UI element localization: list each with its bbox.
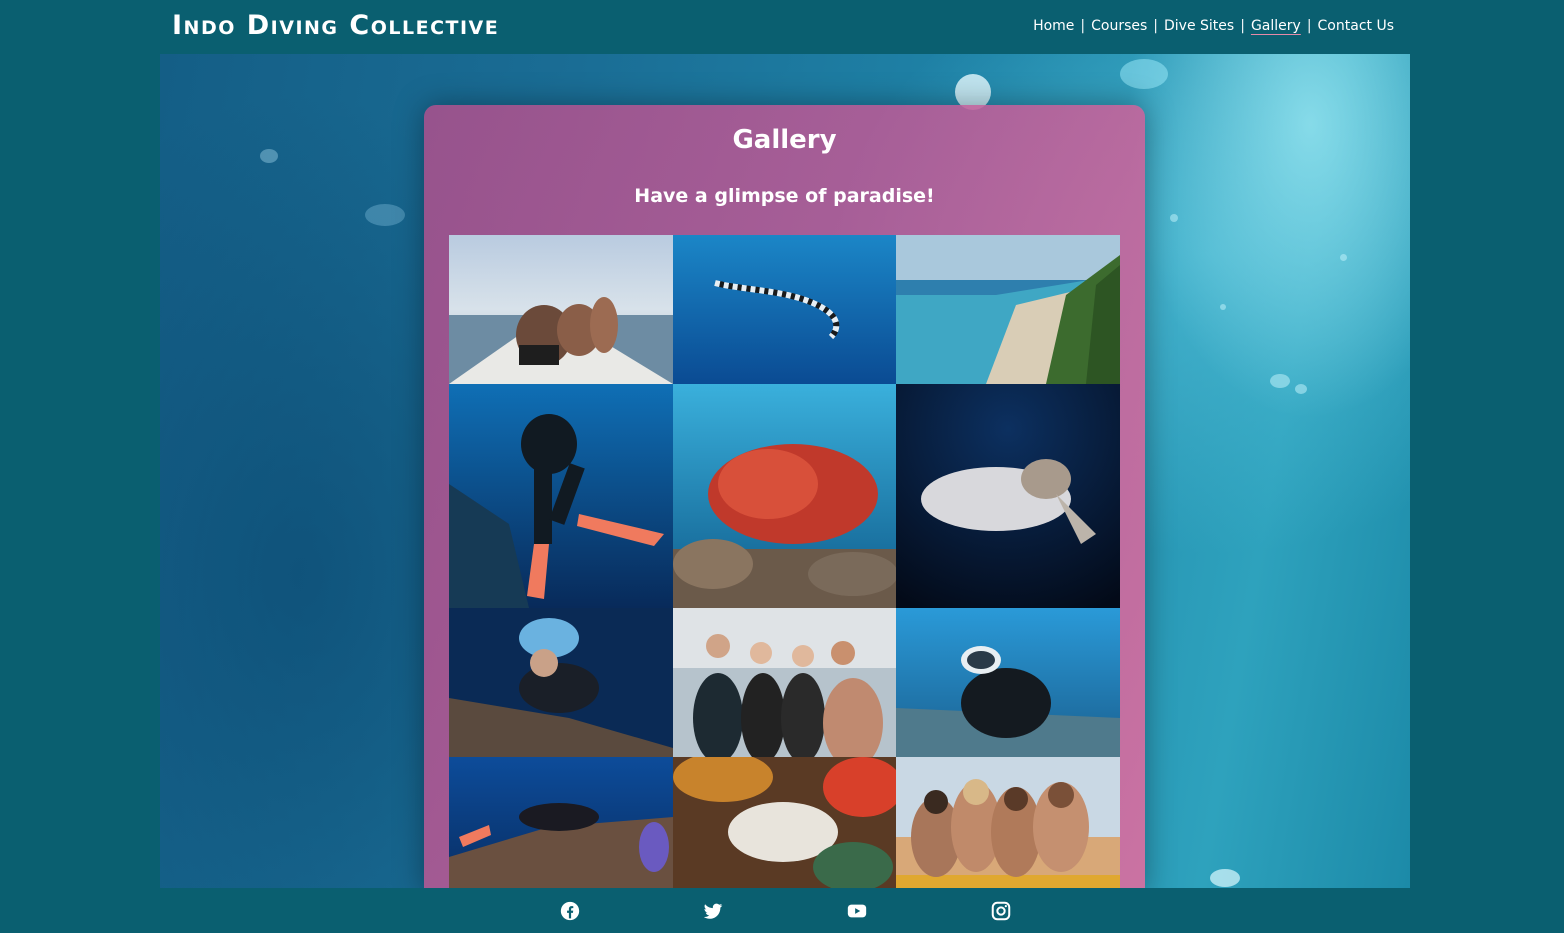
gallery-photo[interactable] [449, 235, 673, 384]
instagram-icon [991, 901, 1011, 921]
gallery-photo[interactable] [896, 608, 1120, 757]
nav-separator: | [1240, 18, 1245, 34]
brand-text: Indo Diving Collective [172, 10, 500, 41]
gallery-photo[interactable] [896, 384, 1120, 608]
nav-gallery[interactable]: Gallery [1251, 18, 1301, 34]
photo-diver-coral [449, 757, 673, 895]
nav-separator: | [1153, 18, 1159, 34]
bubble [1220, 304, 1226, 310]
photo-scorpionfish [673, 757, 896, 895]
gallery-photo[interactable] [896, 757, 1120, 895]
nav-separator: | [1080, 18, 1086, 34]
main-nav: Home | Courses | Dive Sites | Gallery | … [1033, 18, 1394, 34]
bubble [1340, 254, 1347, 261]
twitter-link[interactable] [702, 900, 724, 922]
photo-dive-team [673, 608, 896, 757]
photo-diver-fins [449, 384, 673, 608]
bubble [1210, 869, 1240, 887]
facebook-icon [560, 901, 580, 921]
page-subtitle: Have a glimpse of paradise! [634, 185, 935, 207]
photo-friends-smiling [896, 757, 1120, 895]
bubble [365, 204, 405, 226]
photo-boat-group [449, 235, 673, 384]
gallery-photo[interactable] [896, 235, 1120, 384]
site-header: Indo Diving Collective Home | Courses | … [0, 0, 1564, 54]
gallery-photo[interactable] [673, 235, 896, 384]
photo-cuttlefish [896, 384, 1120, 608]
bubble [1170, 214, 1178, 222]
photo-diver-reef-wall [449, 608, 673, 757]
gallery-card: Gallery Have a glimpse of paradise! [424, 105, 1145, 895]
gallery-photo[interactable] [449, 608, 673, 757]
gallery-photo[interactable] [673, 384, 896, 608]
site-footer [0, 888, 1564, 933]
bubble [260, 149, 278, 163]
twitter-icon [703, 903, 723, 919]
photo-diver-mask [896, 608, 1120, 757]
bubble [1270, 374, 1290, 388]
instagram-link[interactable] [990, 900, 1012, 922]
photo-sea-snake [673, 235, 896, 384]
photo-grid [449, 235, 1120, 895]
nav-contact-us[interactable]: Contact Us [1318, 18, 1394, 34]
photo-beach-aerial [896, 235, 1120, 384]
facebook-link[interactable] [559, 900, 581, 922]
nav-dive-sites[interactable]: Dive Sites [1164, 18, 1234, 34]
gallery-photo[interactable] [449, 384, 673, 608]
gallery-photo[interactable] [673, 757, 896, 895]
photo-red-sea-fan [673, 384, 896, 608]
page-title: Gallery [732, 125, 837, 155]
nav-separator: | [1306, 18, 1312, 34]
gallery-photo[interactable] [673, 608, 896, 757]
nav-courses[interactable]: Courses [1091, 18, 1147, 34]
youtube-icon [847, 904, 867, 918]
gallery-photo[interactable] [449, 757, 673, 895]
bubble [1295, 384, 1307, 394]
site-brand[interactable]: Indo Diving Collective [172, 10, 499, 41]
nav-home[interactable]: Home [1033, 18, 1074, 34]
bubble [1120, 59, 1168, 89]
youtube-link[interactable] [846, 900, 868, 922]
